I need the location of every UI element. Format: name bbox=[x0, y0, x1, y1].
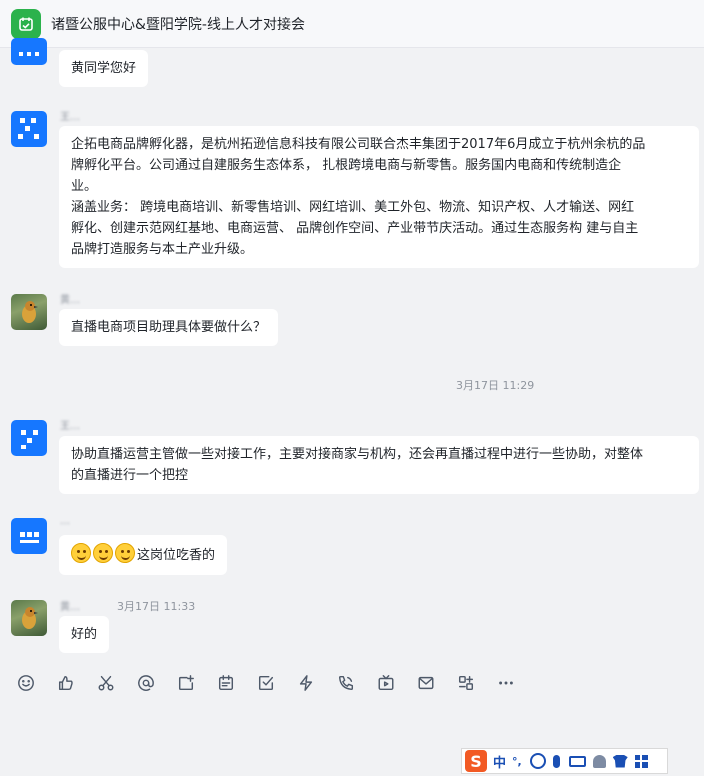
at-icon[interactable] bbox=[136, 673, 156, 693]
sender-name: 黄… bbox=[60, 295, 80, 306]
sogou-logo-icon[interactable]: S bbox=[465, 750, 487, 772]
message-line: 牌孵化平台。公司通过自建服务生态体系， 扎根跨境电商与新零售。服务国内电商和传统… bbox=[71, 158, 622, 173]
ime-language-toggle[interactable]: 中 bbox=[493, 752, 506, 771]
message-line: 企拓电商品牌孵化器，是杭州拓逊信息科技有限公司联合杰丰集团于2017年6月成立于… bbox=[71, 137, 646, 152]
ime-punctuation-toggle[interactable]: °, bbox=[512, 755, 522, 768]
input-toolbar bbox=[0, 664, 704, 702]
voice-call-icon[interactable] bbox=[336, 673, 356, 693]
message-line: 涵盖业务： 跨境电商培训、新零售培训、网红培训、美工外包、物流、知识产权、人才输… bbox=[71, 200, 635, 215]
message-line: 品牌打造服务与本土产业升级。 bbox=[71, 242, 254, 257]
sender-name: … bbox=[60, 516, 70, 527]
avatar[interactable] bbox=[11, 111, 47, 147]
message-text: 好的 bbox=[71, 627, 98, 642]
ime-mic-icon[interactable] bbox=[552, 754, 560, 768]
message-bubble: 好的 bbox=[59, 616, 110, 653]
ime-skin-icon[interactable] bbox=[612, 754, 628, 768]
sender-name: 王… bbox=[60, 421, 80, 432]
more-icon[interactable] bbox=[496, 673, 516, 693]
chat-header: 诸暨公服中心&暨阳学院-线上人才对接会 bbox=[0, 0, 704, 48]
message-bubble: 黄同学您好 bbox=[59, 50, 149, 87]
smile-emoji-icon bbox=[93, 543, 113, 563]
avatar[interactable] bbox=[11, 420, 47, 456]
calendar-icon[interactable] bbox=[216, 673, 236, 693]
ime-menu-icon[interactable] bbox=[634, 754, 648, 768]
avatar[interactable] bbox=[11, 518, 47, 554]
live-icon[interactable] bbox=[376, 673, 396, 693]
group-icon[interactable] bbox=[11, 8, 41, 39]
message-text: 直播电商项目助理具体要做什么？ bbox=[71, 320, 267, 335]
mail-icon[interactable] bbox=[416, 673, 436, 693]
chat-title: 诸暨公服中心&暨阳学院-线上人才对接会 bbox=[51, 16, 305, 33]
message-bubble: 这岗位吃香的 bbox=[59, 535, 228, 575]
lightning-icon[interactable] bbox=[296, 673, 316, 693]
message-time: 3月17日 11:33 bbox=[117, 600, 196, 613]
checkbox-icon[interactable] bbox=[256, 673, 276, 693]
scissors-icon[interactable] bbox=[96, 673, 116, 693]
sender-name: 黄… bbox=[60, 602, 80, 613]
message-text: 这岗位吃香的 bbox=[137, 548, 216, 563]
smile-emoji-icon bbox=[71, 543, 91, 563]
message-bubble: 企拓电商品牌孵化器，是杭州拓逊信息科技有限公司联合杰丰集团于2017年6月成立于… bbox=[59, 126, 699, 268]
message-bubble: 协助直播运营主管做一些对接工作，主要对接商家与机构，还会再直播过程中进行一些协助… bbox=[59, 436, 699, 494]
avatar[interactable] bbox=[11, 600, 47, 636]
message-line: 孵化、创建示范网红基地、电商运营、 品牌创作空间、产业带节庆活动。通过生态服务构… bbox=[71, 221, 639, 236]
apps-icon[interactable] bbox=[456, 673, 476, 693]
avatar[interactable] bbox=[11, 38, 47, 65]
sender-name: 王… bbox=[60, 112, 80, 123]
message-line: 协助直播运营主管做一些对接工作，主要对接商家与机构，还会再直播过程中进行一些协助… bbox=[71, 447, 644, 462]
message-line: 的直播进行一个把控 bbox=[71, 468, 189, 483]
ime-emoji-icon[interactable] bbox=[529, 753, 546, 769]
ime-keyboard-icon[interactable] bbox=[568, 755, 586, 767]
timestamp-divider: 3月17日 11:29 bbox=[456, 379, 535, 392]
message-line: 业。 bbox=[71, 179, 98, 194]
message-bubble: 直播电商项目助理具体要做什么？ bbox=[59, 309, 279, 346]
thumbs-up-icon[interactable] bbox=[56, 673, 76, 693]
avatar[interactable] bbox=[11, 294, 47, 330]
ime-toolbar: S 中 °, bbox=[461, 748, 668, 774]
add-image-icon[interactable] bbox=[176, 673, 196, 693]
ime-user-icon[interactable] bbox=[592, 754, 606, 768]
emoji-icon[interactable] bbox=[16, 673, 36, 693]
smile-emoji-icon bbox=[115, 543, 135, 563]
message-text: 黄同学您好 bbox=[71, 61, 137, 76]
